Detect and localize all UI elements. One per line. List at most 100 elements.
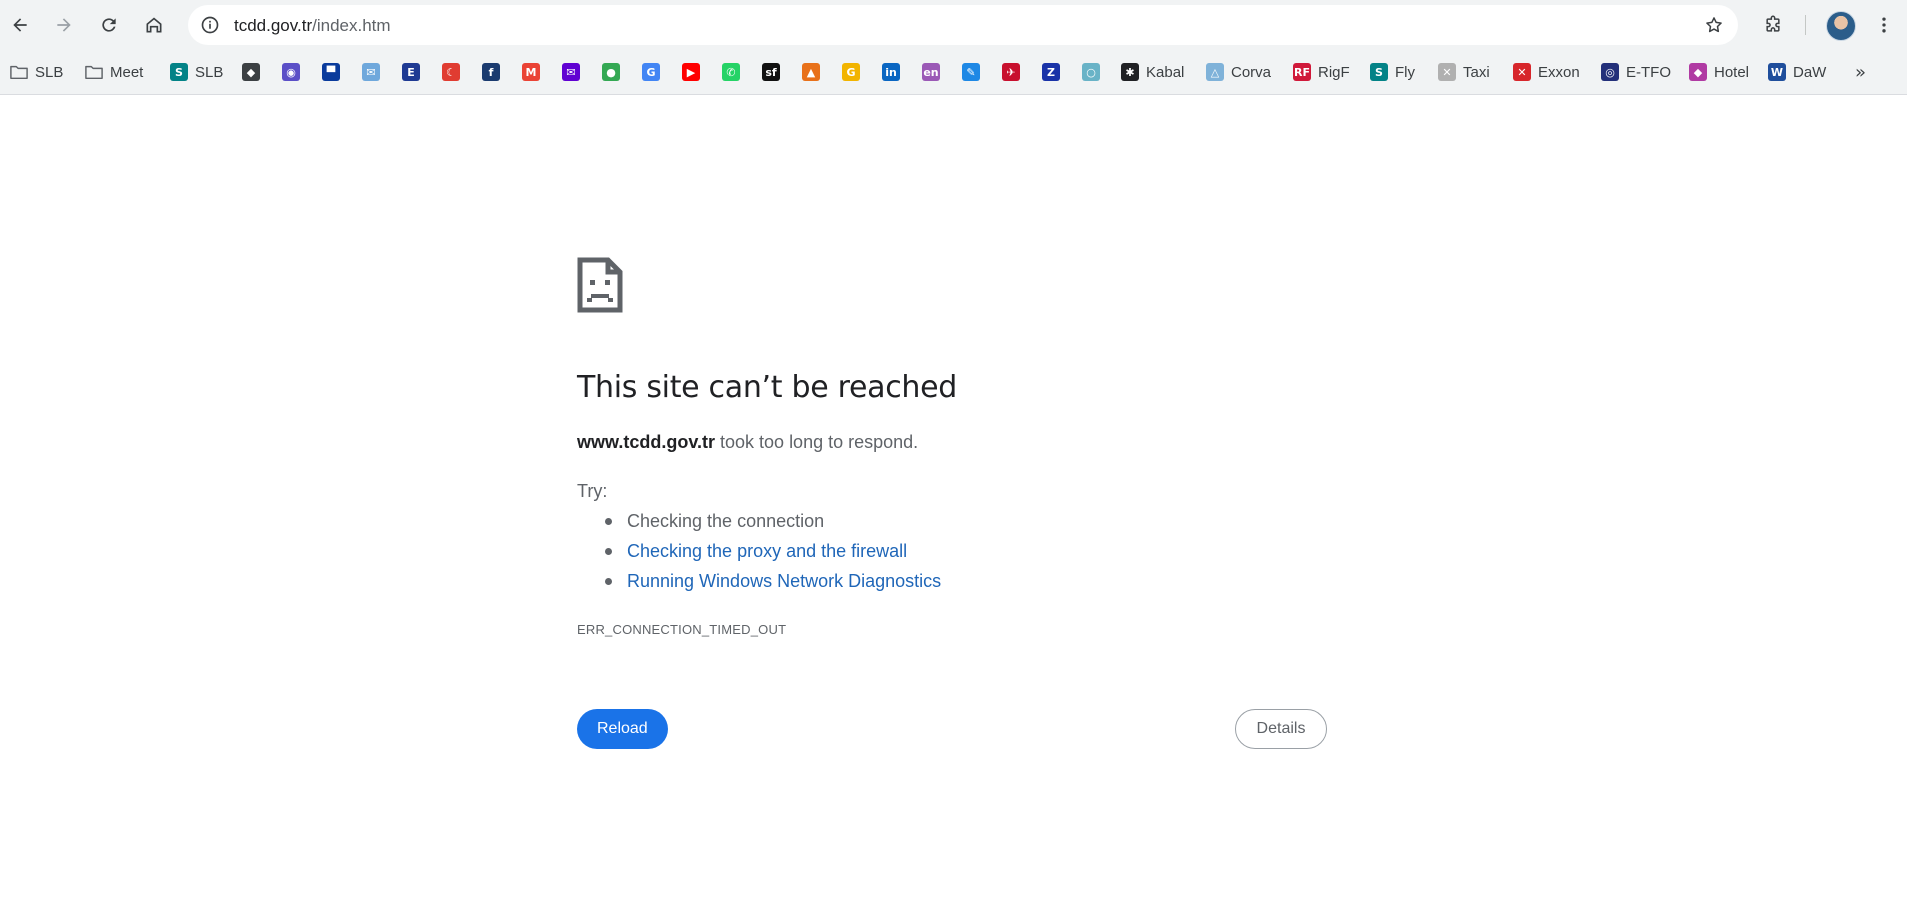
bookmark-item[interactable]: sf: [762, 59, 780, 85]
rigf-icon: RF: [1293, 63, 1311, 81]
bookmark-label: Taxi: [1463, 63, 1490, 81]
bookmark-label: Fly: [1395, 63, 1415, 81]
bookmark-item[interactable]: ◆ Hotel: [1689, 59, 1749, 85]
details-button[interactable]: Details: [1235, 709, 1327, 749]
daw-icon: W: [1768, 63, 1786, 81]
forward-button[interactable]: [47, 8, 81, 42]
bookmark-item[interactable]: ▶: [682, 59, 700, 85]
toolbar-divider: [1805, 15, 1806, 35]
browser-toolbar: tcdd.gov.tr/index.htm: [0, 0, 1907, 50]
bookmark-item[interactable]: M: [522, 59, 540, 85]
mail-app-icon: ✉: [362, 63, 380, 81]
bookmark-label: Meet: [110, 63, 144, 81]
error-message: took too long to respond.: [720, 432, 919, 452]
mountain-icon: ▲: [802, 63, 820, 81]
url-path: /index.htm: [312, 16, 391, 35]
profile-avatar[interactable]: [1826, 11, 1856, 41]
bookmark-item[interactable]: ✆: [722, 59, 740, 85]
bookmark-item[interactable]: ✕ Taxi: [1438, 59, 1490, 85]
error-title: This site can’t be reached: [577, 370, 958, 405]
bookmark-star-icon[interactable]: [1702, 13, 1726, 37]
etfo-icon: ◎: [1601, 63, 1619, 81]
reload-button[interactable]: Reload: [577, 709, 668, 749]
bookmark-item[interactable]: ☾: [442, 59, 460, 85]
error-host: www.tcdd.gov.tr: [577, 432, 715, 452]
g-icon: G: [842, 63, 860, 81]
more-bookmarks-chevron-icon[interactable]: »: [1855, 62, 1866, 83]
bookmark-item[interactable]: in: [882, 59, 900, 85]
turkish-airlines-icon: ✈: [1002, 63, 1020, 81]
bookmark-item[interactable]: en: [922, 59, 940, 85]
bookmark-item[interactable]: ✕ Exxon: [1513, 59, 1580, 85]
menu-button[interactable]: [1867, 8, 1901, 42]
bookmark-item[interactable]: SLB: [10, 59, 63, 85]
bookmark-label: Corva: [1231, 63, 1272, 81]
circle-app-icon: ○: [1082, 63, 1100, 81]
bookmark-item[interactable]: S SLB: [170, 59, 223, 85]
bookmark-label: Hotel: [1714, 63, 1750, 81]
globe-icon: ◉: [282, 63, 300, 81]
bookmark-label: SLB: [35, 63, 64, 81]
bookmark-label: SLB: [195, 63, 224, 81]
whatsapp-icon: ✆: [722, 63, 740, 81]
bookmark-item[interactable]: Meet: [85, 59, 143, 85]
turkey-flag-icon: ☾: [442, 63, 460, 81]
error-description: www.tcdd.gov.tr took too long to respond…: [577, 432, 918, 453]
corva-icon: △: [1206, 63, 1224, 81]
bookmark-item[interactable]: ✎: [962, 59, 980, 85]
yahoo-mail-icon: ✉: [562, 63, 580, 81]
bookmark-item[interactable]: ○: [1082, 59, 1100, 85]
suggestions-list: Checking the connection Checking the pro…: [577, 506, 941, 596]
try-label: Try:: [577, 481, 608, 501]
refresh-icon: [102, 18, 116, 32]
home-button[interactable]: [137, 8, 171, 42]
bookmark-item[interactable]: G: [642, 59, 660, 85]
f-icon: f: [482, 63, 500, 81]
site-icon: ▀: [322, 63, 340, 81]
en-icon: en: [922, 63, 940, 81]
youtube-icon: ▶: [682, 63, 700, 81]
sharepoint-icon: S: [1370, 63, 1388, 81]
back-arrow-icon: [13, 18, 27, 32]
bookmark-item[interactable]: f: [482, 59, 500, 85]
bookmark-item[interactable]: ✱ Kabal: [1121, 59, 1184, 85]
taxi-icon: ✕: [1438, 63, 1456, 81]
bookmark-item[interactable]: ✉: [562, 59, 580, 85]
bookmark-item[interactable]: G: [842, 59, 860, 85]
suggestion-check-proxy-link[interactable]: Checking the proxy and the firewall: [604, 536, 941, 566]
sad-page-icon: [577, 257, 623, 313]
extensions-button[interactable]: [1756, 8, 1790, 42]
bookmark-item[interactable]: E: [402, 59, 420, 85]
bookmark-item[interactable]: ●: [602, 59, 620, 85]
bookmark-item[interactable]: △ Corva: [1206, 59, 1271, 85]
z-icon: Z: [1042, 63, 1060, 81]
bookmark-item[interactable]: ▀: [322, 59, 340, 85]
forward-arrow-icon: [57, 18, 71, 32]
folder-icon: [10, 63, 28, 81]
exxon-icon: ✕: [1513, 63, 1531, 81]
bookmark-item[interactable]: RF RigF: [1293, 59, 1350, 85]
bookmark-item[interactable]: S Fly: [1370, 59, 1415, 85]
bookmark-item[interactable]: ✉: [362, 59, 380, 85]
site-info-icon[interactable]: [198, 13, 222, 37]
bookmark-item[interactable]: ✈: [1002, 59, 1020, 85]
address-bar[interactable]: tcdd.gov.tr/index.htm: [188, 5, 1738, 45]
bookmark-label: E-TFO: [1626, 63, 1671, 81]
bookmark-item[interactable]: ▲: [802, 59, 820, 85]
bookmark-item[interactable]: ◉: [282, 59, 300, 85]
bookmark-item[interactable]: ◎ E-TFO: [1601, 59, 1671, 85]
suggestion-network-diagnostics-link[interactable]: Running Windows Network Diagnostics: [604, 566, 941, 596]
bookmark-item[interactable]: W DaW: [1768, 59, 1826, 85]
bookmark-label: RigF: [1318, 63, 1350, 81]
bookmark-item[interactable]: ◆: [242, 59, 260, 85]
bookmark-label: DaW: [1793, 63, 1827, 81]
folder-icon: [85, 63, 103, 81]
back-button[interactable]: [3, 8, 37, 42]
hotel-icon: ◆: [1689, 63, 1707, 81]
kabal-icon: ✱: [1121, 63, 1139, 81]
bookmark-item[interactable]: Z: [1042, 59, 1060, 85]
reload-toolbar-button[interactable]: [92, 8, 126, 42]
puzzle-icon: [1766, 15, 1780, 32]
error-code: ERR_CONNECTION_TIMED_OUT: [577, 622, 787, 637]
url-text[interactable]: tcdd.gov.tr/index.htm: [234, 16, 391, 36]
